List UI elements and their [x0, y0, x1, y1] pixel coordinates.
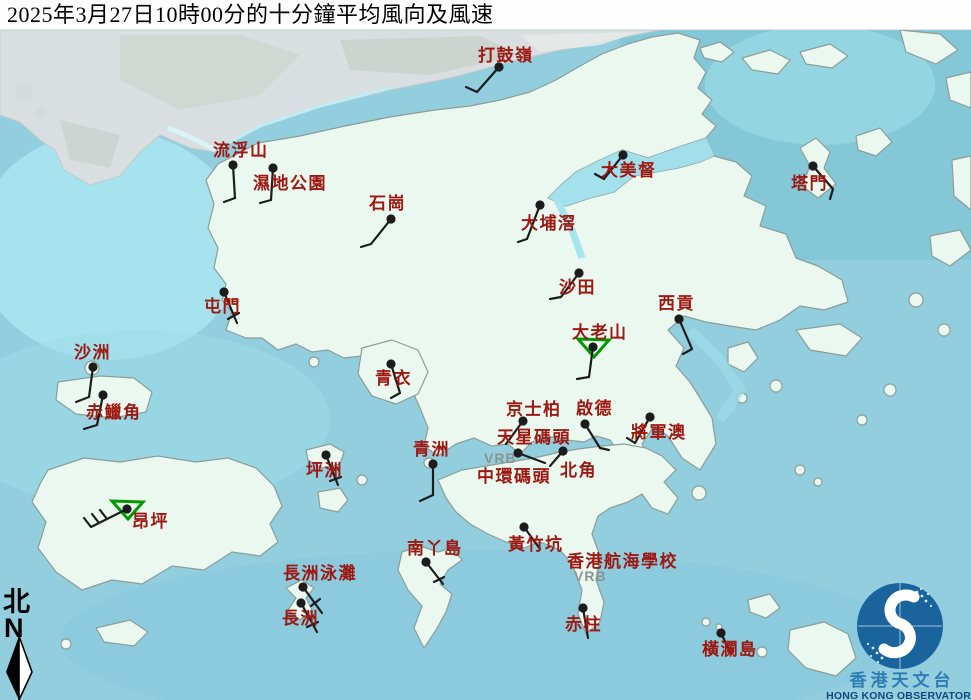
station-dot [618, 150, 627, 159]
station-label: 流浮山 [213, 140, 269, 160]
station-dot [716, 628, 725, 637]
station-label: 將軍澳 [631, 422, 687, 442]
station-label: 中環碼頭 [477, 466, 551, 486]
station-dot [421, 557, 430, 566]
station-label: 青洲 [413, 439, 450, 459]
station-label: 塔門 [791, 173, 828, 193]
station-label: 西貢 [658, 294, 695, 313]
station-label: 打鼓嶺 [478, 45, 534, 65]
station-dot [519, 522, 528, 531]
station-label: 天星碼頭 [497, 428, 571, 447]
station-dot [268, 163, 277, 172]
vrb-label: VRB [484, 450, 517, 466]
station-label: 沙洲 [74, 343, 111, 362]
station-label: 大埔滘 [521, 213, 577, 233]
station-label: 啟德 [576, 398, 613, 418]
station-dot [428, 459, 437, 468]
land-kau-yi-chau [357, 475, 367, 485]
station-dot [535, 200, 544, 209]
station-dot [219, 287, 228, 296]
station-dot [574, 268, 583, 277]
land-ninepin-2 [814, 478, 822, 486]
hko-logo-english-text: HONG KONG OBSERVATORY [826, 690, 971, 700]
hong-kong-wind-map: 打鼓嶺流浮山濕地公園石崗 大美督塔門大埔滘沙田屯門 西貢沙洲 大老山青衣赤鱲角 京士柏啟… [0, 0, 971, 700]
station-label: 大美督 [601, 160, 657, 180]
map-title: 2025年3月27日10時00分的十分鐘平均風向及風速 [0, 0, 971, 30]
station-dot [321, 450, 330, 459]
station-dot [808, 161, 817, 170]
land-bluff-island [857, 415, 867, 425]
land-islet-e2 [938, 324, 950, 336]
station-label: 屯門 [204, 296, 241, 316]
station-label: 昂坪 [132, 512, 169, 531]
station-label: 赤柱 [565, 614, 602, 634]
station-dot [122, 504, 131, 513]
station-dot [645, 412, 654, 421]
station-label: 赤鱲角 [86, 402, 142, 422]
station-label: 坪洲 [306, 461, 343, 480]
station-dot [558, 446, 567, 455]
station-dot [98, 390, 107, 399]
land-ma-wan [309, 357, 319, 367]
station-dot [386, 359, 395, 368]
station-dot [296, 598, 305, 607]
station-label: 京士柏 [506, 399, 562, 419]
land-sung-kong [757, 647, 767, 657]
hko-logo-chinese-text: 香港天文台 [850, 670, 955, 690]
station-dot [578, 603, 587, 612]
station-dot [298, 582, 307, 591]
station-label: 香港航海學校 [567, 551, 678, 571]
station-label: 沙田 [559, 278, 596, 297]
station-dot [88, 362, 97, 371]
station-dot [386, 214, 395, 223]
station-dot [674, 314, 683, 323]
station-label: 黃竹坑 [507, 534, 564, 554]
station-label: 南丫島 [407, 538, 463, 558]
station-label: 長洲泳灘 [283, 563, 357, 583]
land-waglan-islet-1 [702, 618, 710, 626]
station-label: 石崗 [368, 194, 406, 213]
station-label: 濕地公園 [253, 173, 327, 193]
land-islet-s1 [770, 380, 782, 392]
land-basalt-island [884, 384, 896, 396]
land-soko-islet [61, 639, 71, 649]
hko-wind-map-screen: 打鼓嶺流浮山濕地公園石崗 大美督塔門大埔滘沙田屯門 西貢沙洲 大老山青衣赤鱲角 京士柏啟… [0, 0, 971, 700]
land-tung-lung [692, 486, 706, 500]
station-label: 大老山 [572, 322, 628, 342]
station-label: 橫瀾島 [702, 639, 758, 659]
station-label: 長洲 [282, 609, 319, 628]
station-dot [580, 419, 589, 428]
land-ninepin-1 [795, 465, 805, 475]
station-label: 北角 [560, 460, 597, 480]
station-dot [588, 342, 597, 351]
starling-inlet-water [705, 25, 935, 145]
station-dot [228, 160, 237, 169]
land-islet-e1 [909, 293, 923, 307]
station-label: 青衣 [375, 368, 412, 388]
